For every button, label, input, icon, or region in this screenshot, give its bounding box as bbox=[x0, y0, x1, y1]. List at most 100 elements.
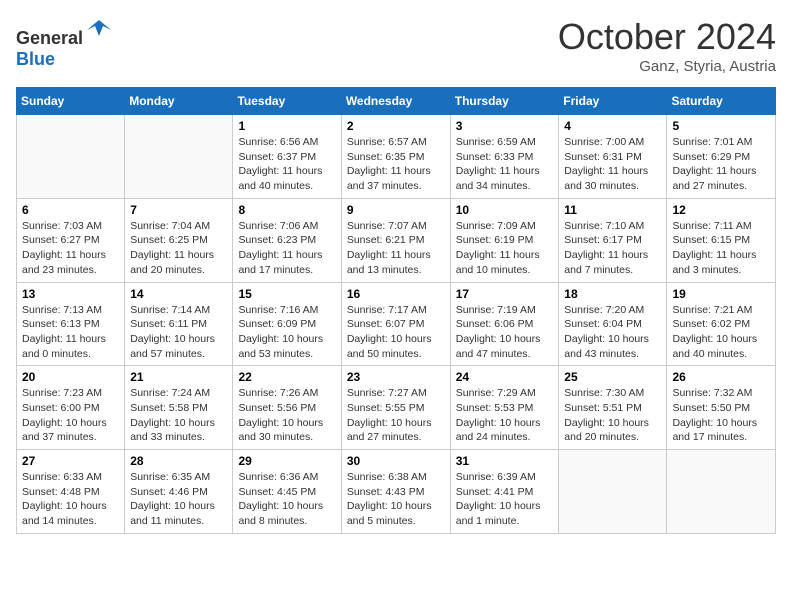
day-number: 7 bbox=[130, 203, 227, 217]
calendar-cell: 25Sunrise: 7:30 AM Sunset: 5:51 PM Dayli… bbox=[559, 366, 667, 450]
calendar-cell: 31 Sunrise: 6:39 AM Sunset: 4:41 PM Dayli… bbox=[450, 450, 559, 534]
day-info: Sunrise: 7:32 AM Sunset: 5:50 PM Dayligh… bbox=[672, 386, 770, 445]
day-number: 14 bbox=[130, 287, 227, 301]
day-number: 28 bbox=[130, 454, 227, 468]
day-number: 15 bbox=[238, 287, 335, 301]
calendar-cell: 14 Sunrise: 7:14 AM Sunset: 6:11 PM Dayli… bbox=[125, 282, 233, 366]
day-number: 16 bbox=[347, 287, 445, 301]
calendar-cell: 20 Sunrise: 7:23 AM Sunset: 6:00 PM Dayli… bbox=[17, 366, 125, 450]
title-block: October 2024 Ganz, Styria, Austria bbox=[558, 16, 776, 75]
day-info: Sunrise: 7:24 AM Sunset: 5:58 PM Dayligh… bbox=[130, 386, 227, 445]
day-number: 12 bbox=[672, 203, 770, 217]
calendar-cell bbox=[559, 450, 667, 534]
day-info: Sunrise: 7:11 AM Sunset: 6:15 PM Dayligh… bbox=[672, 219, 770, 278]
calendar-cell: 22 Sunrise: 7:26 AM Sunset: 5:56 PM Dayli… bbox=[233, 366, 341, 450]
day-number: 2 bbox=[347, 119, 445, 133]
day-info: Sunrise: 6:35 AM Sunset: 4:46 PM Dayligh… bbox=[130, 470, 227, 529]
logo-text: General Blue bbox=[16, 16, 113, 70]
day-info: Sunrise: 7:20 AM Sunset: 6:04 PM Dayligh… bbox=[564, 303, 661, 362]
calendar-cell: 3 Sunrise: 6:59 AM Sunset: 6:33 PM Daylig… bbox=[450, 115, 559, 199]
day-info: Sunrise: 6:57 AM Sunset: 6:35 PM Dayligh… bbox=[347, 135, 445, 194]
day-number: 21 bbox=[130, 370, 227, 384]
calendar-cell: 2 Sunrise: 6:57 AM Sunset: 6:35 PM Daylig… bbox=[341, 115, 450, 199]
day-number: 27 bbox=[22, 454, 119, 468]
day-info: Sunrise: 7:29 AM Sunset: 5:53 PM Dayligh… bbox=[456, 386, 554, 445]
day-info: Sunrise: 7:03 AM Sunset: 6:27 PM Dayligh… bbox=[22, 219, 119, 278]
calendar-cell: 28 Sunrise: 6:35 AM Sunset: 4:46 PM Dayli… bbox=[125, 450, 233, 534]
day-number: 3 bbox=[456, 119, 554, 133]
day-number: 9 bbox=[347, 203, 445, 217]
page-header: General Blue October 2024 Ganz, Styria, … bbox=[16, 16, 776, 75]
calendar-cell: 10 Sunrise: 7:09 AM Sunset: 6:19 PM Dayli… bbox=[450, 198, 559, 282]
day-info: Sunrise: 7:23 AM Sunset: 6:00 PM Dayligh… bbox=[22, 386, 119, 445]
day-info: Sunrise: 6:56 AM Sunset: 6:37 PM Dayligh… bbox=[238, 135, 335, 194]
calendar-cell: 21 Sunrise: 7:24 AM Sunset: 5:58 PM Dayli… bbox=[125, 366, 233, 450]
day-info: Sunrise: 6:38 AM Sunset: 4:43 PM Dayligh… bbox=[347, 470, 445, 529]
calendar-cell: 8Sunrise: 7:06 AM Sunset: 6:23 PM Daylig… bbox=[233, 198, 341, 282]
weekday-header: Monday bbox=[125, 88, 233, 115]
weekday-header: Wednesday bbox=[341, 88, 450, 115]
day-info: Sunrise: 7:09 AM Sunset: 6:19 PM Dayligh… bbox=[456, 219, 554, 278]
calendar-week-row: 6 Sunrise: 7:03 AM Sunset: 6:27 PM Daylig… bbox=[17, 198, 776, 282]
day-number: 18 bbox=[564, 287, 661, 301]
day-number: 6 bbox=[22, 203, 119, 217]
day-number: 5 bbox=[672, 119, 770, 133]
day-number: 10 bbox=[456, 203, 554, 217]
weekday-header: Saturday bbox=[667, 88, 776, 115]
day-info: Sunrise: 7:17 AM Sunset: 6:07 PM Dayligh… bbox=[347, 303, 445, 362]
day-info: Sunrise: 6:36 AM Sunset: 4:45 PM Dayligh… bbox=[238, 470, 335, 529]
calendar-cell: 27 Sunrise: 6:33 AM Sunset: 4:48 PM Dayli… bbox=[17, 450, 125, 534]
calendar-cell: 15 Sunrise: 7:16 AM Sunset: 6:09 PM Dayli… bbox=[233, 282, 341, 366]
calendar-cell: 13Sunrise: 7:13 AM Sunset: 6:13 PM Dayli… bbox=[17, 282, 125, 366]
calendar-week-row: 1Sunrise: 6:56 AM Sunset: 6:37 PM Daylig… bbox=[17, 115, 776, 199]
calendar-cell: 7 Sunrise: 7:04 AM Sunset: 6:25 PM Daylig… bbox=[125, 198, 233, 282]
day-info: Sunrise: 7:01 AM Sunset: 6:29 PM Dayligh… bbox=[672, 135, 770, 194]
weekday-header: Friday bbox=[559, 88, 667, 115]
calendar-cell bbox=[17, 115, 125, 199]
day-info: Sunrise: 7:21 AM Sunset: 6:02 PM Dayligh… bbox=[672, 303, 770, 362]
day-number: 25 bbox=[564, 370, 661, 384]
weekday-header: Tuesday bbox=[233, 88, 341, 115]
day-info: Sunrise: 6:33 AM Sunset: 4:48 PM Dayligh… bbox=[22, 470, 119, 529]
day-number: 19 bbox=[672, 287, 770, 301]
weekday-header: Thursday bbox=[450, 88, 559, 115]
weekday-header: Sunday bbox=[17, 88, 125, 115]
day-number: 22 bbox=[238, 370, 335, 384]
calendar-table: SundayMondayTuesdayWednesdayThursdayFrid… bbox=[16, 87, 776, 534]
logo-blue: Blue bbox=[16, 49, 55, 69]
day-number: 11 bbox=[564, 203, 661, 217]
day-info: Sunrise: 6:39 AM Sunset: 4:41 PM Dayligh… bbox=[456, 470, 554, 529]
calendar-cell: 5 Sunrise: 7:01 AM Sunset: 6:29 PM Daylig… bbox=[667, 115, 776, 199]
calendar-cell: 9 Sunrise: 7:07 AM Sunset: 6:21 PM Daylig… bbox=[341, 198, 450, 282]
day-info: Sunrise: 7:00 AM Sunset: 6:31 PM Dayligh… bbox=[564, 135, 661, 194]
calendar-cell: 18 Sunrise: 7:20 AM Sunset: 6:04 PM Dayli… bbox=[559, 282, 667, 366]
logo-bird-icon bbox=[85, 16, 113, 44]
calendar-cell: 12 Sunrise: 7:11 AM Sunset: 6:15 PM Dayli… bbox=[667, 198, 776, 282]
day-info: Sunrise: 7:07 AM Sunset: 6:21 PM Dayligh… bbox=[347, 219, 445, 278]
day-info: Sunrise: 6:59 AM Sunset: 6:33 PM Dayligh… bbox=[456, 135, 554, 194]
day-number: 17 bbox=[456, 287, 554, 301]
day-info: Sunrise: 7:14 AM Sunset: 6:11 PM Dayligh… bbox=[130, 303, 227, 362]
calendar-cell: 23Sunrise: 7:27 AM Sunset: 5:55 PM Dayli… bbox=[341, 366, 450, 450]
day-info: Sunrise: 7:04 AM Sunset: 6:25 PM Dayligh… bbox=[130, 219, 227, 278]
calendar-cell bbox=[667, 450, 776, 534]
calendar-cell: 24Sunrise: 7:29 AM Sunset: 5:53 PM Dayli… bbox=[450, 366, 559, 450]
logo: General Blue bbox=[16, 16, 113, 70]
weekday-header-row: SundayMondayTuesdayWednesdayThursdayFrid… bbox=[17, 88, 776, 115]
day-info: Sunrise: 7:13 AM Sunset: 6:13 PM Dayligh… bbox=[22, 303, 119, 362]
day-info: Sunrise: 7:16 AM Sunset: 6:09 PM Dayligh… bbox=[238, 303, 335, 362]
day-number: 26 bbox=[672, 370, 770, 384]
day-number: 29 bbox=[238, 454, 335, 468]
day-info: Sunrise: 7:19 AM Sunset: 6:06 PM Dayligh… bbox=[456, 303, 554, 362]
day-number: 31 bbox=[456, 454, 554, 468]
day-number: 20 bbox=[22, 370, 119, 384]
logo-general: General bbox=[16, 28, 83, 48]
calendar-cell: 16 Sunrise: 7:17 AM Sunset: 6:07 PM Dayli… bbox=[341, 282, 450, 366]
calendar-cell: 29 Sunrise: 6:36 AM Sunset: 4:45 PM Dayli… bbox=[233, 450, 341, 534]
day-info: Sunrise: 7:26 AM Sunset: 5:56 PM Dayligh… bbox=[238, 386, 335, 445]
day-info: Sunrise: 7:27 AM Sunset: 5:55 PM Dayligh… bbox=[347, 386, 445, 445]
day-number: 4 bbox=[564, 119, 661, 133]
calendar-cell: 19 Sunrise: 7:21 AM Sunset: 6:02 PM Dayli… bbox=[667, 282, 776, 366]
calendar-week-row: 20 Sunrise: 7:23 AM Sunset: 6:00 PM Dayli… bbox=[17, 366, 776, 450]
calendar-cell: 26 Sunrise: 7:32 AM Sunset: 5:50 PM Dayli… bbox=[667, 366, 776, 450]
